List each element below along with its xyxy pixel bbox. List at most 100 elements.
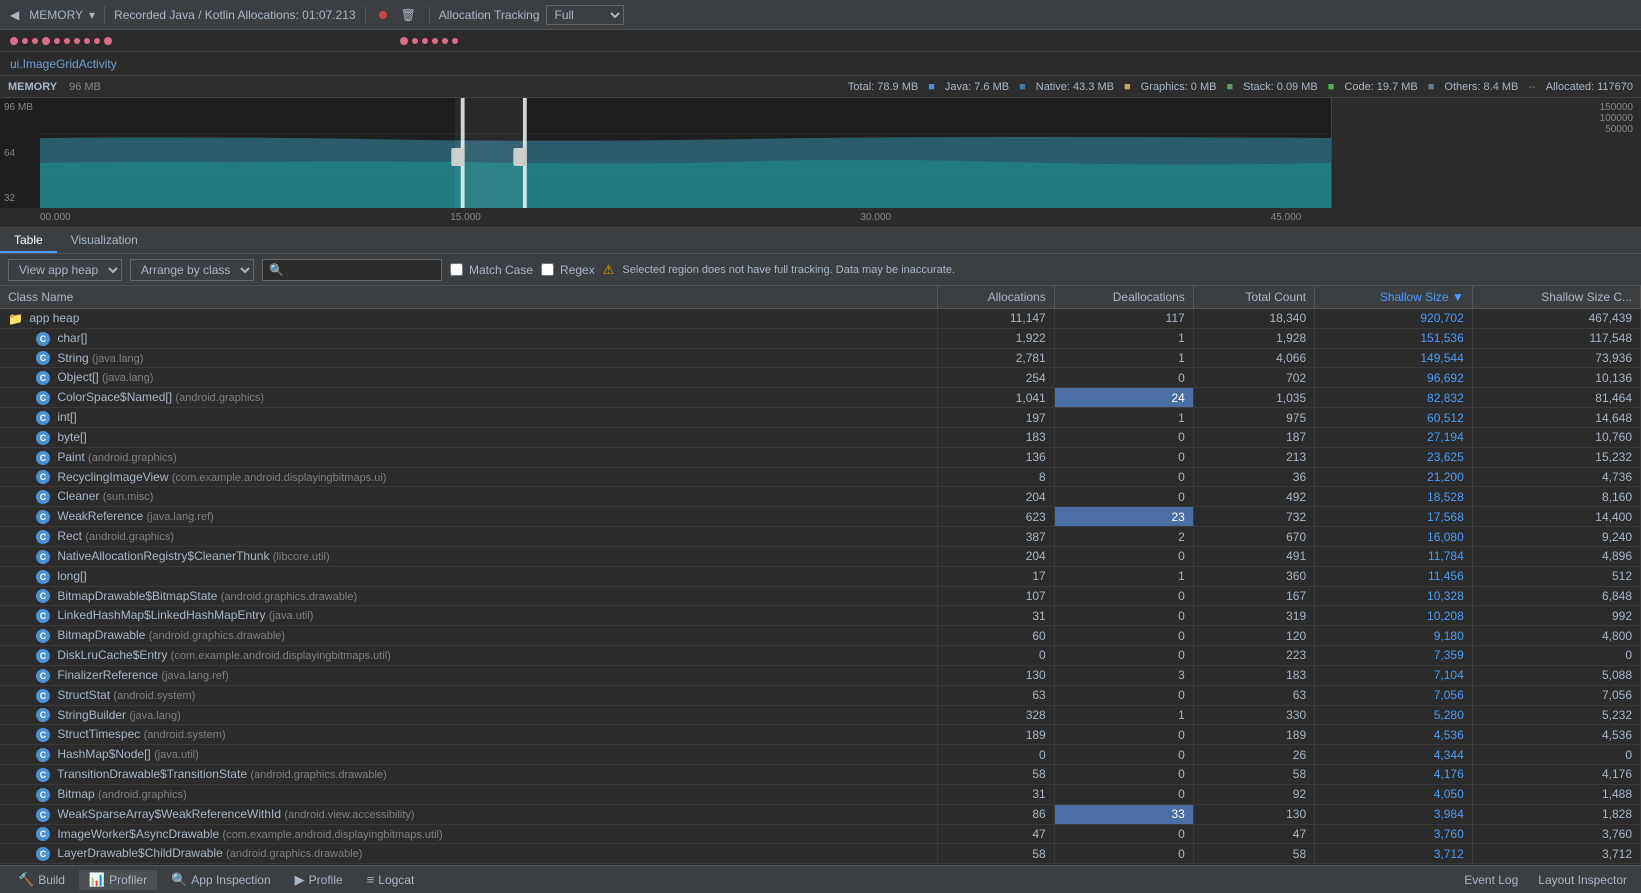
cell-total: 47	[1193, 824, 1314, 844]
cell-shallowc: 3,712	[1472, 844, 1640, 864]
class-name-text: ImageWorker$AsyncDrawable	[57, 827, 219, 841]
regex-label[interactable]: Regex	[541, 263, 595, 277]
cell-dealloc: 0	[1054, 844, 1193, 864]
table-row: C FinalizerReference (java.lang.ref) 130…	[0, 665, 1641, 685]
status-tab-build[interactable]: 🔨 Build	[8, 870, 75, 890]
match-case-label[interactable]: Match Case	[450, 263, 533, 277]
col-class-name[interactable]: Class Name	[0, 286, 937, 309]
cell-class-name: C StructStat (android.system)	[0, 685, 937, 705]
cell-total: 120	[1193, 626, 1314, 646]
cell-total: 187	[1193, 427, 1314, 447]
cell-shallow: 16,080	[1315, 527, 1473, 547]
class-name-text: int[]	[57, 410, 76, 424]
table-container[interactable]: Class Name Allocations Deallocations Tot…	[0, 286, 1641, 865]
cell-total: 183	[1193, 665, 1314, 685]
cell-shallowc: 0	[1472, 745, 1640, 765]
app-name: ui.ImageGridActivity	[10, 57, 117, 71]
memory-label: MEMORY	[29, 8, 83, 22]
cell-class-name: C Bitmap (android.graphics)	[0, 784, 937, 804]
col-shallow-size-c[interactable]: Shallow Size C...	[1472, 286, 1640, 309]
cell-shallow: 3,712	[1315, 844, 1473, 864]
cell-shallowc: 467,439	[1472, 309, 1640, 329]
chart-y-labels: 96 MB 64 32	[0, 98, 37, 208]
status-tab-profiler[interactable]: 📊 Profiler	[79, 870, 157, 890]
cell-dealloc: 0	[1054, 685, 1193, 705]
tab-visualization[interactable]: Visualization	[57, 229, 152, 253]
cell-shallowc: 81,464	[1472, 388, 1640, 408]
cell-shallow: 7,359	[1315, 646, 1473, 666]
data-table: Class Name Allocations Deallocations Tot…	[0, 286, 1641, 865]
tab-table[interactable]: Table	[0, 229, 57, 253]
cell-dealloc: 1	[1054, 408, 1193, 428]
cell-alloc: 31	[937, 784, 1054, 804]
status-tab-profile[interactable]: ▶ Profile	[285, 870, 353, 890]
build-icon: 🔨	[18, 872, 34, 888]
class-name-text: Bitmap	[57, 787, 94, 801]
pause-button[interactable]	[375, 9, 391, 21]
cell-shallow: 10,208	[1315, 606, 1473, 626]
cell-alloc: 11,147	[937, 309, 1054, 329]
col-allocations[interactable]: Allocations	[937, 286, 1054, 309]
cell-dealloc: 3	[1054, 665, 1193, 685]
timeline-dot	[84, 38, 90, 44]
cell-total: 213	[1193, 447, 1314, 467]
layout-inspector-button[interactable]: Layout Inspector	[1532, 871, 1633, 889]
cell-alloc: 47	[937, 824, 1054, 844]
class-name-text: Object[]	[57, 370, 98, 384]
search-input[interactable]	[262, 259, 442, 281]
status-tab-profile-label: Profile	[309, 873, 343, 887]
cell-class-name: C Rect (android.graphics)	[0, 527, 937, 547]
cell-total: 130	[1193, 804, 1314, 824]
cell-shallowc: 4,800	[1472, 626, 1640, 646]
cell-alloc: 136	[937, 447, 1054, 467]
cell-alloc: 2,781	[937, 348, 1054, 368]
cell-shallowc: 6,848	[1472, 586, 1640, 606]
table-row: C Bitmap (android.graphics) 310924,0501,…	[0, 784, 1641, 804]
class-name-text: NativeAllocationRegistry$CleanerThunk	[57, 549, 269, 563]
memory-subtitle: 96 MB	[69, 81, 101, 93]
col-shallow-size[interactable]: Shallow Size ▼	[1315, 286, 1473, 309]
controls-bar: View app heap Arrange by class Match Cas…	[0, 254, 1641, 286]
timeline-bar	[0, 30, 1641, 52]
tab-visualization-label: Visualization	[71, 233, 138, 247]
col-total-count[interactable]: Total Count	[1193, 286, 1314, 309]
memory-chart[interactable]: 96 MB 64 32 150000 100000 50000	[0, 98, 1641, 208]
regex-checkbox[interactable]	[541, 263, 554, 276]
cell-alloc: 1,922	[937, 328, 1054, 348]
table-row: C NativeAllocationRegistry$CleanerThunk …	[0, 546, 1641, 566]
status-tab-inspection[interactable]: 🔍 App Inspection	[161, 870, 281, 890]
status-tab-logcat[interactable]: ≡ Logcat	[357, 870, 425, 889]
cell-shallow: 60,512	[1315, 408, 1473, 428]
cell-shallowc: 4,896	[1472, 546, 1640, 566]
timeline-dot	[64, 38, 70, 44]
table-header-row: Class Name Allocations Deallocations Tot…	[0, 286, 1641, 309]
time-30: 30.000	[861, 212, 892, 223]
arrange-select[interactable]: Arrange by class	[130, 259, 254, 281]
app-name-bar: ui.ImageGridActivity	[0, 52, 1641, 76]
cell-total: 670	[1193, 527, 1314, 547]
cell-class-name: C ColorSpace$Named[] (android.graphics)	[0, 388, 937, 408]
allocation-tracking-select[interactable]: Full Sampled None	[546, 5, 624, 25]
heap-select[interactable]: View app heap	[8, 259, 122, 281]
cell-class-name: C RecyclingImageView (com.example.androi…	[0, 467, 937, 487]
col-deallocations[interactable]: Deallocations	[1054, 286, 1193, 309]
event-log-button[interactable]: Event Log	[1458, 871, 1524, 889]
cell-class-name: C int[]	[0, 408, 937, 428]
cell-shallowc: 4,736	[1472, 467, 1640, 487]
cell-shallowc: 8,160	[1472, 487, 1640, 507]
cell-alloc: 63	[937, 685, 1054, 705]
table-row: C String (java.lang) 2,78114,066149,5447…	[0, 348, 1641, 368]
match-case-checkbox[interactable]	[450, 263, 463, 276]
table-row: C Cleaner (sun.misc) 204049218,5288,160	[0, 487, 1641, 507]
delete-button[interactable]: 🗑	[397, 6, 420, 24]
back-button[interactable]: ◀	[6, 6, 23, 24]
table-row: C WeakReference (java.lang.ref) 62323732…	[0, 507, 1641, 527]
table-row: C byte[] 183018727,19410,760	[0, 427, 1641, 447]
cell-shallow: 23,625	[1315, 447, 1473, 467]
memory-legend: Total: 78.9 MB ■ Java: 7.6 MB ■ Native: …	[848, 81, 1633, 93]
class-pkg-text: (android.system)	[144, 729, 226, 741]
timeline-dot-right	[422, 38, 428, 44]
table-row: C BitmapDrawable (android.graphics.drawa…	[0, 626, 1641, 646]
profile-run-icon: ▶	[295, 872, 305, 888]
class-name-text: BitmapDrawable$BitmapState	[57, 589, 217, 603]
